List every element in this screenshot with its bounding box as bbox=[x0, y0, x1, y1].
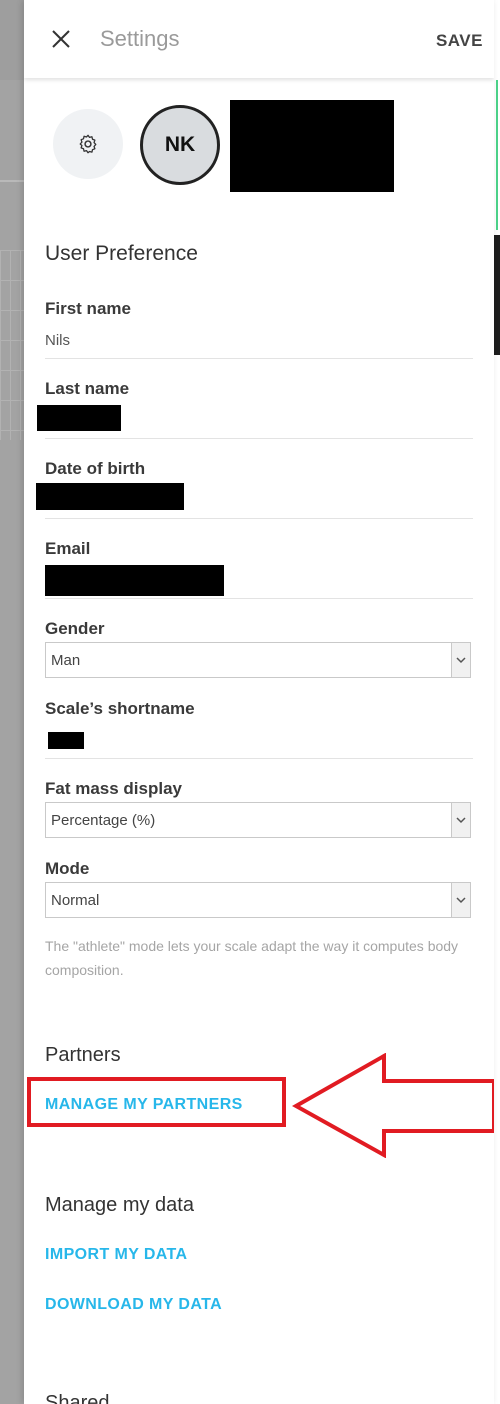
fat-mass-value: Percentage (%) bbox=[51, 812, 156, 829]
shortname-underline bbox=[45, 758, 473, 759]
save-button[interactable]: SAVE bbox=[436, 31, 483, 51]
user-preference-heading: User Preference bbox=[45, 242, 198, 265]
first-name-underline bbox=[45, 358, 473, 359]
close-button[interactable] bbox=[50, 28, 72, 50]
first-name-field[interactable]: Nils bbox=[45, 332, 70, 349]
shortname-label: Scale’s shortname bbox=[45, 699, 195, 718]
dob-label: Date of birth bbox=[45, 459, 146, 478]
email-label: Email bbox=[45, 539, 91, 558]
email-underline bbox=[45, 598, 473, 599]
chevron-down-icon bbox=[451, 803, 470, 837]
settings-gear-button[interactable] bbox=[53, 109, 123, 179]
redacted-block bbox=[230, 100, 394, 192]
shared-heading: Shared bbox=[45, 1392, 110, 1404]
settings-topbar: Settings SAVE bbox=[24, 0, 494, 78]
profile-avatar-row: NK bbox=[24, 98, 494, 198]
close-icon bbox=[52, 30, 70, 48]
background-green-line bbox=[496, 80, 498, 230]
manage-data-heading: Manage my data bbox=[45, 1194, 194, 1216]
fat-mass-label: Fat mass display bbox=[45, 779, 183, 798]
page-title: Settings bbox=[100, 26, 180, 51]
gender-label: Gender bbox=[45, 619, 105, 638]
chevron-down-icon bbox=[451, 643, 470, 677]
mode-select[interactable]: Normal bbox=[45, 882, 471, 918]
first-name-label: First name bbox=[45, 299, 131, 318]
dob-underline bbox=[45, 518, 473, 519]
annotation-highlight-box bbox=[27, 1077, 286, 1127]
email-field[interactable] bbox=[45, 565, 224, 596]
partners-heading: Partners bbox=[45, 1044, 121, 1066]
dob-field[interactable] bbox=[36, 483, 184, 510]
last-name-label: Last name bbox=[45, 379, 130, 398]
shortname-field[interactable] bbox=[48, 732, 84, 749]
gender-select[interactable]: Man bbox=[45, 642, 471, 678]
avatar[interactable]: NK bbox=[140, 105, 220, 185]
mode-label: Mode bbox=[45, 859, 90, 878]
chevron-down-icon bbox=[451, 883, 470, 917]
fat-mass-select[interactable]: Percentage (%) bbox=[45, 802, 471, 838]
gender-value: Man bbox=[51, 652, 81, 669]
background-dark-block bbox=[494, 235, 500, 355]
download-data-link[interactable]: DOWNLOAD MY DATA bbox=[45, 1296, 222, 1314]
mode-hint-text: The "athlete" mode lets your scale adapt… bbox=[45, 938, 459, 978]
import-data-link[interactable]: IMPORT MY DATA bbox=[45, 1246, 187, 1264]
gear-icon bbox=[79, 134, 97, 154]
last-name-underline bbox=[45, 438, 473, 439]
last-name-field[interactable] bbox=[37, 405, 121, 431]
mode-value: Normal bbox=[51, 892, 100, 909]
annotation-arrow-icon bbox=[292, 1053, 494, 1158]
settings-panel: Settings SAVE NK User Preference First n… bbox=[24, 0, 494, 1404]
